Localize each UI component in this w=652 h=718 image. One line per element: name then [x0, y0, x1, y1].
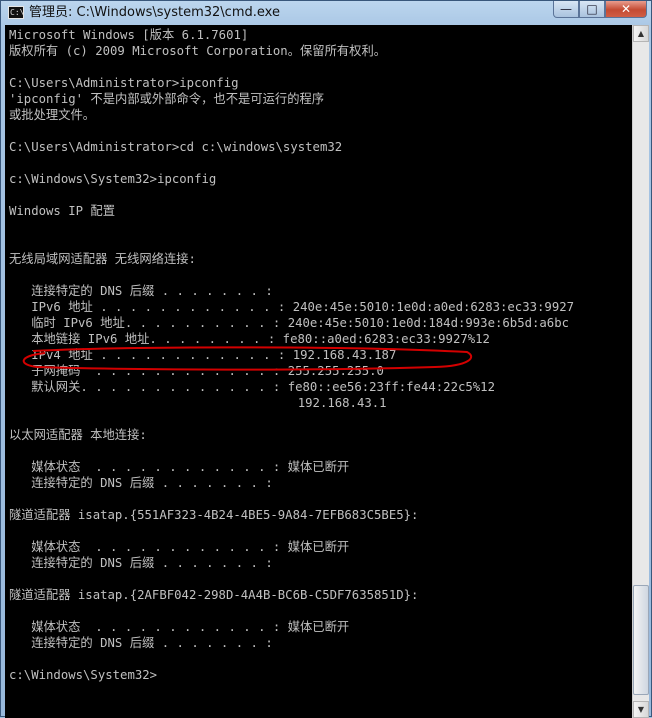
cmd-window: C:\ 管理员: C:\Windows\system32\cmd.exe — □…	[0, 0, 652, 718]
scroll-up-arrow-icon[interactable]: ▲	[633, 25, 649, 42]
console-line: C:\Users\Administrator>ipconfig	[9, 76, 239, 90]
maximize-button[interactable]: □	[579, 1, 605, 18]
title-bar[interactable]: C:\ 管理员: C:\Windows\system32\cmd.exe — □…	[1, 1, 651, 25]
console-line: 连接特定的 DNS 后缀 . . . . . . . :	[9, 476, 273, 490]
console-line: c:\Windows\System32>ipconfig	[9, 172, 217, 186]
window-controls: — □ ✕	[553, 1, 647, 19]
console-line: C:\Users\Administrator>cd c:\windows\sys…	[9, 140, 343, 154]
scroll-down-arrow-icon[interactable]: ▼	[633, 701, 649, 718]
console-line: Microsoft Windows [版本 6.1.7601]	[9, 28, 249, 42]
console-output[interactable]: Microsoft Windows [版本 6.1.7601] 版权所有 (c) …	[5, 25, 649, 718]
console-line: 媒体状态 . . . . . . . . . . . . : 媒体已断开	[9, 540, 350, 554]
console-line: IPv4 地址 . . . . . . . . . . . . : 192.16…	[9, 348, 397, 362]
console-line: 192.168.43.1	[9, 396, 387, 410]
console-line: 连接特定的 DNS 后缀 . . . . . . . :	[9, 284, 273, 298]
console-line: 媒体状态 . . . . . . . . . . . . : 媒体已断开	[9, 460, 350, 474]
console-line: 或批处理文件。	[9, 108, 96, 122]
console-line: 媒体状态 . . . . . . . . . . . . : 媒体已断开	[9, 620, 350, 634]
console-line: 连接特定的 DNS 后缀 . . . . . . . :	[9, 636, 273, 650]
console-line: 以太网适配器 本地连接:	[9, 428, 147, 442]
console-line: 本地链接 IPv6 地址. . . . . . . . : fe80::a0ed…	[9, 332, 490, 346]
minimize-icon: —	[560, 2, 572, 16]
vertical-scrollbar[interactable]: ▲ ▼	[632, 25, 649, 718]
console-app-icon[interactable]: C:\	[8, 6, 24, 19]
window-title: 管理员: C:\Windows\system32\cmd.exe	[29, 5, 280, 20]
console-line: 子网掩码 . . . . . . . . . . . . : 255.255.2…	[9, 364, 384, 378]
console-line: 默认网关. . . . . . . . . . . . . : fe80::ee…	[9, 380, 495, 394]
console-line: 连接特定的 DNS 后缀 . . . . . . . :	[9, 556, 273, 570]
maximize-icon: □	[586, 2, 598, 16]
console-line: Windows IP 配置	[9, 204, 116, 218]
console-lines: Microsoft Windows [版本 6.1.7601] 版权所有 (c) …	[9, 27, 649, 699]
console-line: 临时 IPv6 地址. . . . . . . . . . : 240e:45e…	[9, 316, 570, 330]
console-line: 隧道适配器 isatap.{551AF323-4B24-4BE5-9A84-7E…	[9, 508, 419, 522]
scroll-thumb[interactable]	[633, 585, 649, 695]
minimize-button[interactable]: —	[553, 1, 579, 18]
console-line: 无线局域网适配器 无线网络连接:	[9, 252, 196, 266]
console-line: c:\Windows\System32>	[9, 668, 158, 682]
console-line: 'ipconfig' 不是内部或外部命令，也不是可运行的程序	[9, 92, 325, 106]
console-line: 隧道适配器 isatap.{2AFBF042-298D-4A4B-BC6B-C5…	[9, 588, 419, 602]
close-button[interactable]: ✕	[605, 1, 647, 18]
console-line: IPv6 地址 . . . . . . . . . . . . : 240e:4…	[9, 300, 575, 314]
close-icon: ✕	[620, 2, 632, 16]
console-line: 版权所有 (c) 2009 Microsoft Corporation。保留所有…	[9, 44, 387, 58]
